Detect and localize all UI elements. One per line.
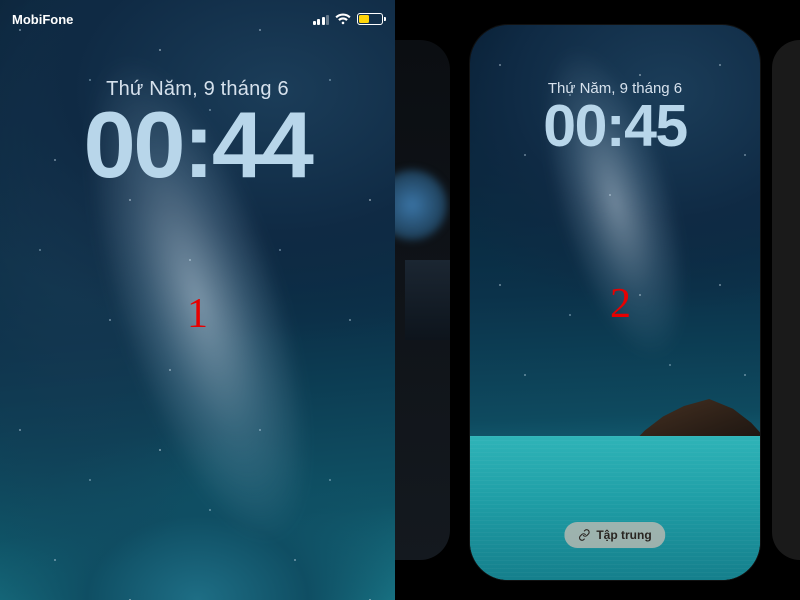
wifi-icon (335, 13, 351, 25)
lockscreen-panel-1: MobiFone Thứ Năm, 9 tháng 6 00:44 1 (0, 0, 395, 600)
status-right (313, 13, 384, 25)
status-bar: MobiFone (12, 8, 383, 30)
signal-icon (313, 13, 330, 25)
battery-fill (359, 15, 369, 23)
link-icon (578, 529, 590, 541)
gallery-previous-card[interactable] (395, 40, 450, 560)
step-number-2: 2 (610, 280, 631, 328)
focus-label: Tập trung (596, 528, 651, 542)
lockscreen-gallery-panel: Thứ Năm, 9 tháng 6 00:45 Tập trung 2 (395, 0, 800, 600)
battery-icon (357, 13, 383, 25)
card-landscape-sea (470, 436, 760, 580)
carrier-label: MobiFone (12, 12, 73, 27)
gallery-next-card[interactable] (772, 40, 800, 560)
step-number-1: 1 (187, 290, 208, 338)
lockscreen-time: 00:44 (0, 98, 395, 192)
focus-button[interactable]: Tập trung (564, 522, 665, 548)
card-time: 00:45 (470, 97, 760, 156)
